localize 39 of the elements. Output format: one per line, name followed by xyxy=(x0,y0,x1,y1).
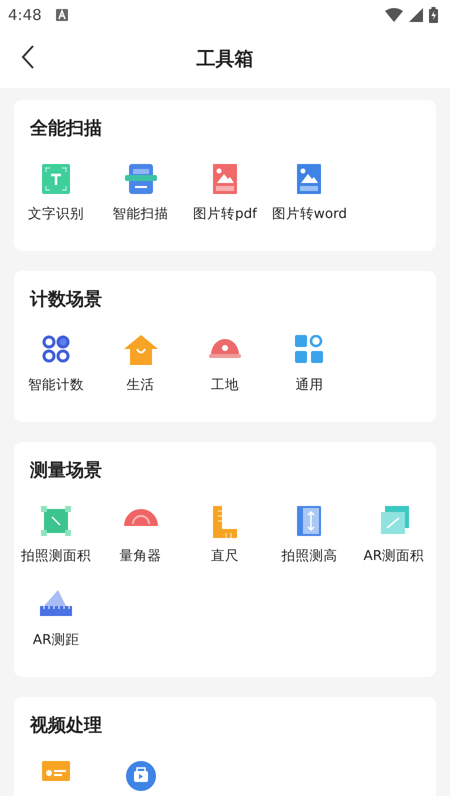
tool-label[interactable]: 拍照测面积 xyxy=(21,546,92,566)
text-recognition-icon[interactable] xyxy=(42,164,70,194)
grid-icon[interactable] xyxy=(295,335,324,363)
tool-label[interactable]: 图片转word xyxy=(272,204,347,224)
tool-label[interactable]: 工地 xyxy=(210,375,239,395)
height-measure-icon[interactable] xyxy=(297,506,322,536)
ruler-triangle-icon[interactable] xyxy=(40,590,72,616)
page-title: 工具箱 xyxy=(196,47,254,72)
tool-label[interactable]: AR测面积 xyxy=(363,546,424,566)
tool-label[interactable]: 智能计数 xyxy=(28,375,84,395)
four-circles-icon[interactable] xyxy=(42,335,70,363)
tool-label[interactable]: 文字识别 xyxy=(28,204,84,224)
section-title: 测量场景 xyxy=(28,459,103,483)
area-frame-icon[interactable] xyxy=(41,506,72,536)
tool-label[interactable]: 直尺 xyxy=(210,546,239,566)
section-title: 视频处理 xyxy=(28,714,103,738)
protractor-icon[interactable] xyxy=(124,506,158,526)
tool-label[interactable]: 生活 xyxy=(126,375,155,395)
signal-icon xyxy=(409,8,423,22)
notification-icon xyxy=(56,9,68,21)
status-time: 4:48 xyxy=(8,6,42,24)
scanner-icon[interactable] xyxy=(124,164,157,194)
video-icon[interactable] xyxy=(126,761,156,791)
tool-label[interactable]: 智能扫描 xyxy=(112,204,169,224)
tool-label[interactable]: 量角器 xyxy=(120,546,162,566)
image-pdf-icon[interactable] xyxy=(212,164,237,194)
section-title: 全能扫描 xyxy=(28,117,103,141)
image-word-icon[interactable] xyxy=(297,164,322,194)
house-icon[interactable] xyxy=(124,335,158,365)
back-icon[interactable] xyxy=(21,44,35,70)
section-title: 计数场景 xyxy=(28,288,103,312)
id-card-icon[interactable] xyxy=(42,761,70,781)
tool-label[interactable]: 通用 xyxy=(295,375,324,395)
battery-icon xyxy=(429,7,438,23)
tool-label[interactable]: 图片转pdf xyxy=(193,204,257,224)
ruler-icon[interactable] xyxy=(212,506,237,538)
tool-label[interactable]: 拍照测高 xyxy=(281,546,338,566)
wifi-icon xyxy=(385,8,403,22)
tool-label[interactable]: AR测距 xyxy=(32,630,80,650)
